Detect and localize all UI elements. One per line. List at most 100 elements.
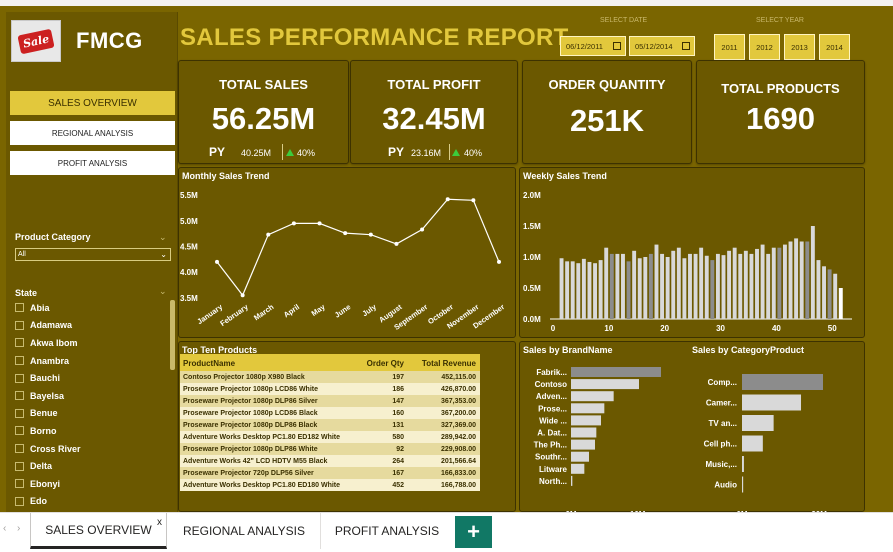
table-row[interactable]: Proseware Projector 1080p DLP86 Black 131… xyxy=(180,419,480,431)
weekly-bar[interactable] xyxy=(637,258,642,319)
nav-regional-analysis-button[interactable]: REGIONAL ANALYSIS xyxy=(10,121,175,145)
data-point[interactable] xyxy=(266,232,271,237)
category-bar[interactable] xyxy=(742,394,802,411)
header-total-revenue[interactable]: Total Revenue xyxy=(412,354,480,371)
checkbox[interactable] xyxy=(15,338,24,348)
checkbox[interactable] xyxy=(15,408,24,418)
weekly-bar[interactable] xyxy=(593,263,598,319)
weekly-bar[interactable] xyxy=(604,247,609,319)
table-row[interactable]: Proseware Projector 1080p DLP86 Silver 14… xyxy=(180,395,480,407)
weekly-bar[interactable] xyxy=(738,253,743,319)
weekly-bar[interactable] xyxy=(665,257,670,319)
data-point[interactable] xyxy=(215,259,219,264)
weekly-bar[interactable] xyxy=(654,244,659,319)
year-2012-button[interactable]: 2012 xyxy=(749,34,780,60)
state-item[interactable]: Bayelsa xyxy=(15,387,165,405)
checkbox[interactable] xyxy=(15,461,24,471)
brand-bar[interactable] xyxy=(571,463,585,474)
weekly-bar[interactable] xyxy=(615,253,620,319)
weekly-bar[interactable] xyxy=(721,255,726,319)
chevron-left-icon[interactable]: ‹ xyxy=(3,523,6,534)
weekly-bar[interactable] xyxy=(794,238,799,319)
state-item[interactable]: Abia xyxy=(15,299,165,317)
calendar-icon[interactable] xyxy=(613,42,621,50)
category-bar[interactable] xyxy=(742,435,763,452)
checkbox[interactable] xyxy=(15,356,24,366)
nav-profit-analysis-button[interactable]: PROFIT ANALYSIS xyxy=(10,151,175,175)
weekly-bar[interactable] xyxy=(648,253,653,319)
weekly-bar[interactable] xyxy=(682,258,687,319)
weekly-bar[interactable] xyxy=(660,253,665,319)
checkbox[interactable] xyxy=(15,426,24,436)
weekly-bar[interactable] xyxy=(699,247,704,319)
chevron-down-icon[interactable]: ⌄ xyxy=(159,232,167,243)
brand-bar[interactable] xyxy=(571,391,614,402)
table-row[interactable]: Proseware Projector 720p DLP56 Silver 167… xyxy=(180,467,480,479)
data-point[interactable] xyxy=(368,232,373,237)
year-2011-button[interactable]: 2011 xyxy=(714,34,745,60)
brand-bar[interactable] xyxy=(571,415,601,426)
tab-sales-overview[interactable]: SALES OVERVIEW xyxy=(30,513,167,549)
checkbox[interactable] xyxy=(15,444,24,454)
weekly-bar[interactable] xyxy=(822,266,826,319)
table-row[interactable]: Contoso Projector 1080p X980 Black 197 452… xyxy=(180,371,480,383)
weekly-bar[interactable] xyxy=(777,247,782,319)
chevron-right-icon[interactable]: › xyxy=(17,523,20,534)
weekly-bar[interactable] xyxy=(565,261,570,319)
data-point[interactable] xyxy=(394,241,399,246)
data-point[interactable] xyxy=(291,221,296,226)
add-page-button[interactable]: + xyxy=(455,516,492,548)
tab-regional-analysis[interactable]: REGIONAL ANALYSIS xyxy=(168,513,320,549)
date-end-input[interactable]: 05/12/2014 xyxy=(629,36,695,56)
checkbox[interactable] xyxy=(15,303,24,313)
weekly-bar[interactable] xyxy=(766,253,771,319)
weekly-bar[interactable] xyxy=(838,288,843,319)
calendar-icon[interactable] xyxy=(682,42,690,50)
weekly-bar[interactable] xyxy=(715,253,720,319)
weekly-bar[interactable] xyxy=(727,250,732,319)
checkbox[interactable] xyxy=(15,496,24,506)
category-bar[interactable] xyxy=(742,415,774,431)
weekly-bar[interactable] xyxy=(771,247,776,319)
weekly-bar[interactable] xyxy=(643,257,648,319)
nav-sales-overview-button[interactable]: SALES OVERVIEW xyxy=(10,91,175,115)
data-point[interactable] xyxy=(497,259,501,264)
weekly-bar[interactable] xyxy=(833,273,838,319)
checkbox[interactable] xyxy=(15,479,24,489)
weekly-bar[interactable] xyxy=(598,260,603,319)
date-start-input[interactable]: 06/12/2011 xyxy=(560,36,626,56)
state-item[interactable]: Adamawa xyxy=(15,317,165,335)
data-point[interactable] xyxy=(317,221,322,226)
weekly-bar[interactable] xyxy=(732,247,737,319)
checkbox[interactable] xyxy=(15,320,24,330)
weekly-bar[interactable] xyxy=(710,260,715,319)
weekly-bar[interactable] xyxy=(581,258,586,319)
category-bar[interactable] xyxy=(742,476,744,493)
close-icon[interactable]: x xyxy=(157,517,162,528)
table-row[interactable]: Proseware Projector 1080p LCD86 White 186… xyxy=(180,383,480,395)
weekly-bar[interactable] xyxy=(782,244,787,319)
data-point[interactable] xyxy=(240,293,245,298)
data-point[interactable] xyxy=(420,227,425,232)
weekly-bar[interactable] xyxy=(693,253,698,319)
brand-bar[interactable] xyxy=(571,439,595,450)
state-item[interactable]: Bauchi xyxy=(15,369,165,387)
weekly-bar[interactable] xyxy=(805,241,810,320)
weekly-bar[interactable] xyxy=(827,269,832,319)
data-point[interactable] xyxy=(445,197,450,202)
weekly-bar[interactable] xyxy=(570,261,575,319)
weekly-bar[interactable] xyxy=(632,250,637,319)
state-item[interactable]: Anambra xyxy=(15,352,165,370)
header-product-name[interactable]: ProductName xyxy=(180,354,362,371)
weekly-bar[interactable] xyxy=(799,241,804,320)
weekly-bar[interactable] xyxy=(671,250,676,319)
state-item[interactable]: Akwa Ibom xyxy=(15,334,165,352)
weekly-bar[interactable] xyxy=(621,253,625,319)
weekly-bar[interactable] xyxy=(788,241,793,320)
weekly-bar[interactable] xyxy=(576,263,581,319)
state-item[interactable]: Borno xyxy=(15,422,165,440)
data-point[interactable] xyxy=(471,198,476,203)
category-bar[interactable] xyxy=(742,456,744,472)
year-2013-button[interactable]: 2013 xyxy=(784,34,815,60)
state-item[interactable]: Delta xyxy=(15,457,165,475)
